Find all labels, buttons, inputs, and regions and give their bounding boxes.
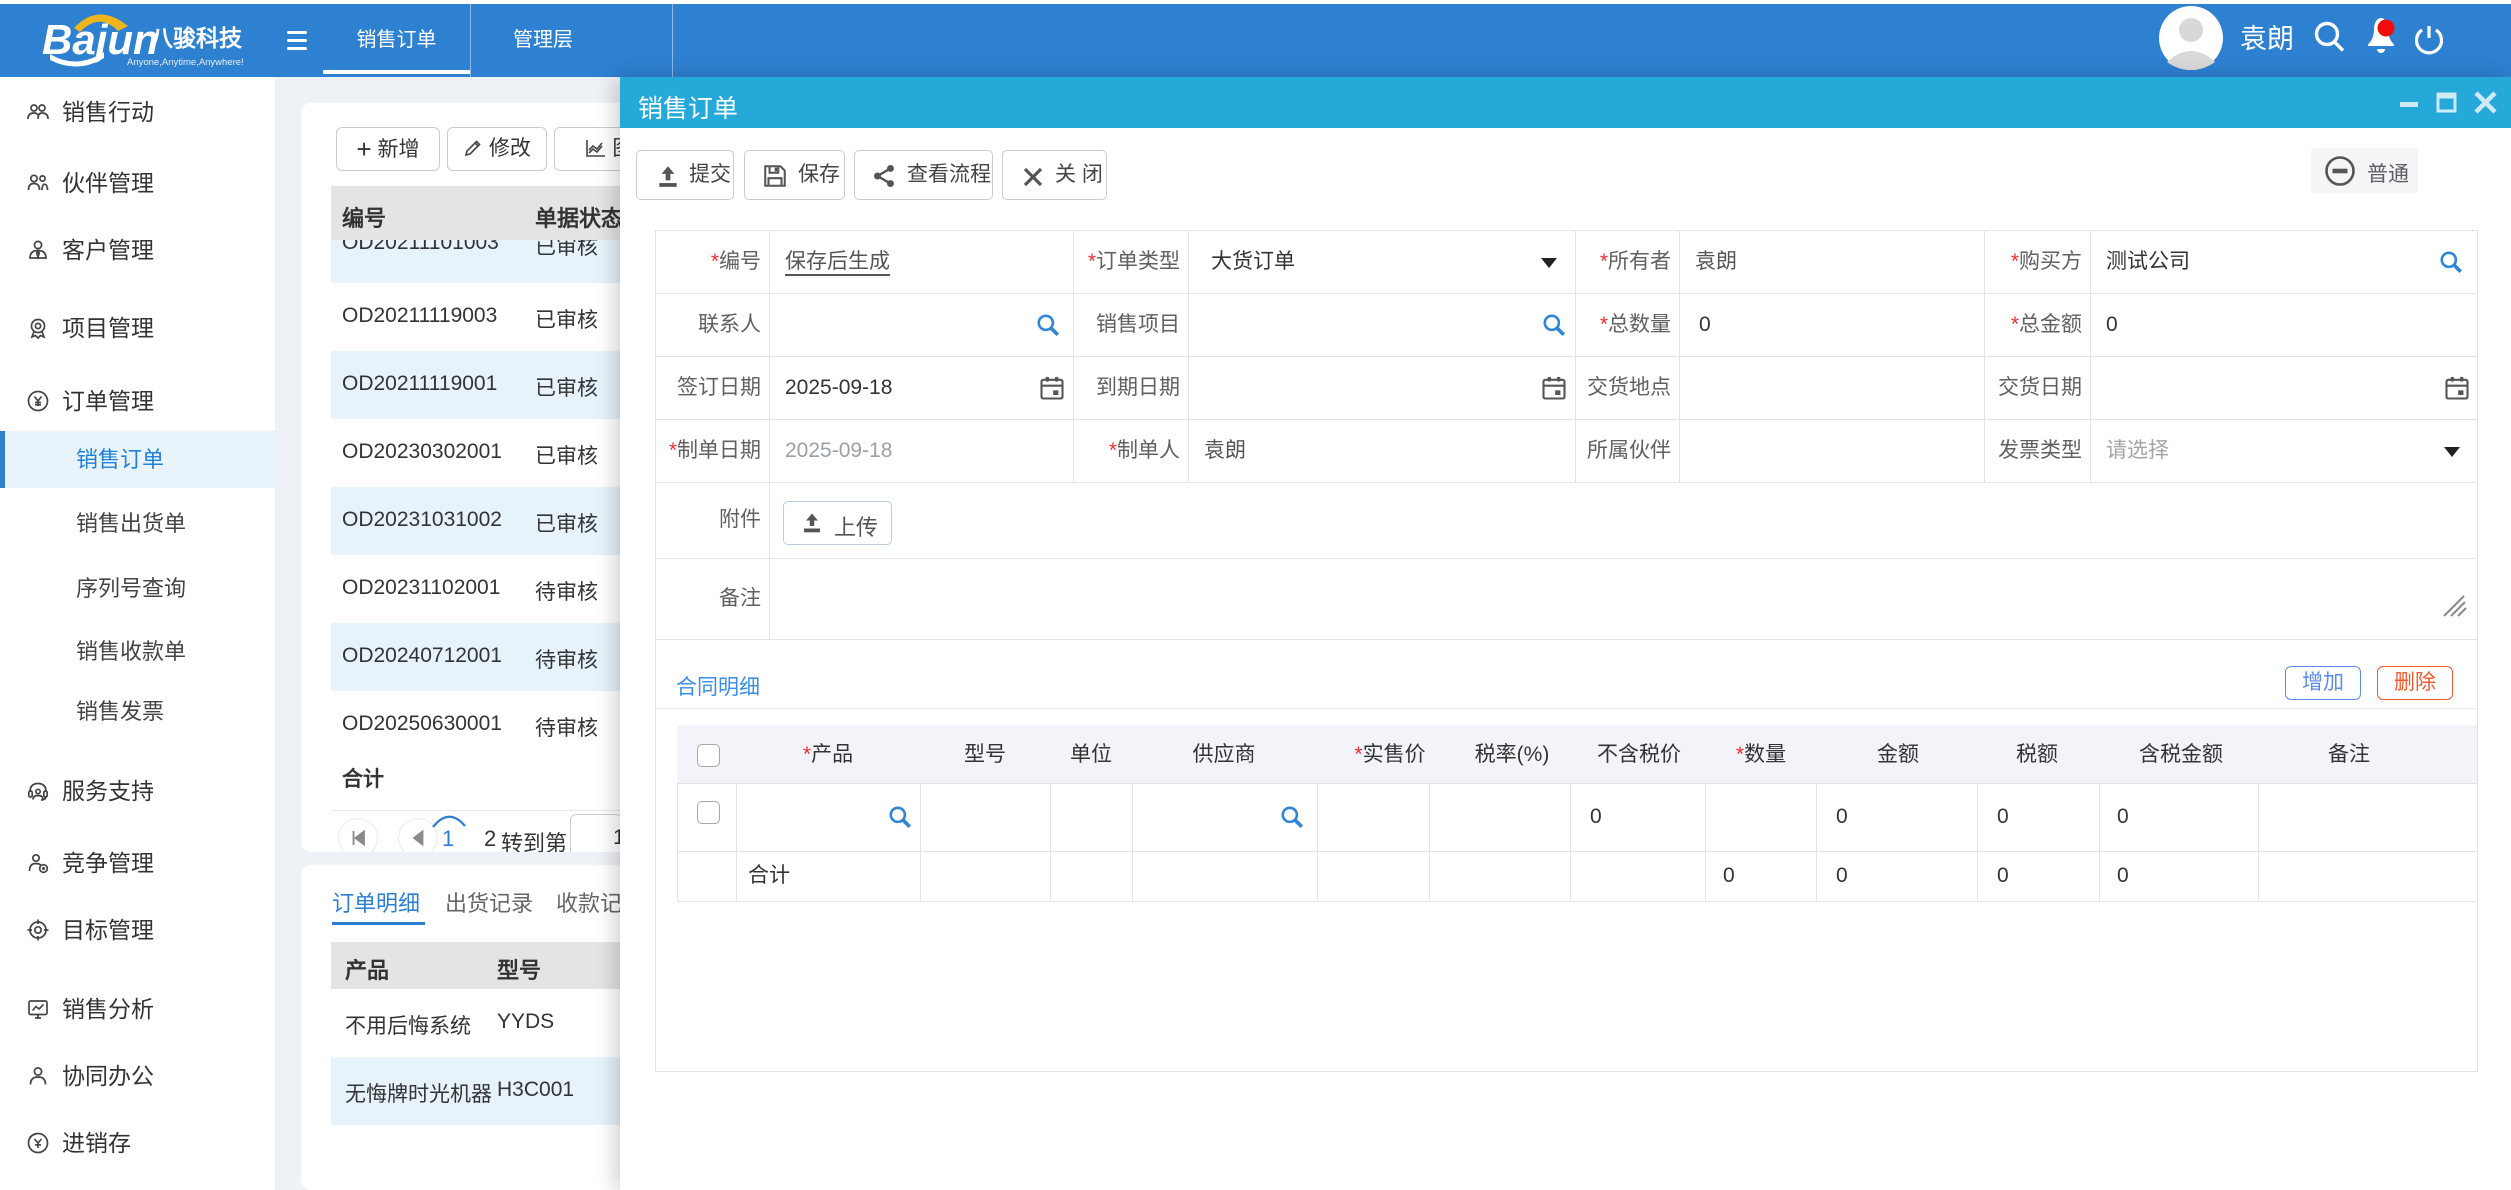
svg-text:八骏科技: 八骏科技 bbox=[150, 25, 243, 51]
svg-text:Bajun: Bajun bbox=[42, 16, 159, 63]
svg-text:Anyone,Anytime,Anywhere!: Anyone,Anytime,Anywhere! bbox=[127, 57, 244, 68]
svg-text:袁朗: 袁朗 bbox=[2240, 24, 2294, 54]
